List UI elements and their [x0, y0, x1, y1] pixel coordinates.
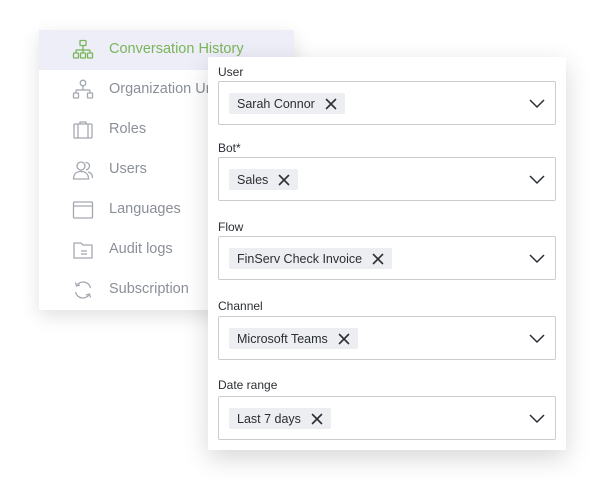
- channel-chip-text: Microsoft Teams: [237, 331, 328, 346]
- bot-label: Bot*: [218, 141, 241, 155]
- channel-chip: Microsoft Teams: [229, 328, 358, 349]
- user-select[interactable]: Sarah Connor: [218, 81, 556, 125]
- chevron-down-icon[interactable]: [529, 97, 545, 109]
- chevron-down-icon[interactable]: [529, 332, 545, 344]
- users-icon: [72, 159, 94, 181]
- remove-flow-close-icon[interactable]: [372, 253, 384, 265]
- flow-label: Flow: [218, 220, 244, 234]
- sidebar-item-label: Languages: [109, 201, 181, 217]
- flow-chip-text: FinServ Check Invoice: [237, 251, 363, 266]
- stage: Conversation History Organization Units: [0, 0, 605, 500]
- remove-channel-close-icon[interactable]: [338, 333, 350, 345]
- channel-label: Channel: [218, 299, 263, 313]
- bot-select[interactable]: Sales: [218, 157, 556, 201]
- bot-chip-text: Sales: [237, 172, 269, 187]
- refresh-icon: [72, 279, 94, 301]
- sidebar-item-label: Conversation History: [109, 41, 244, 57]
- date-range-label: Date range: [218, 378, 278, 392]
- remove-date-range-close-icon[interactable]: [311, 413, 323, 425]
- user-chip-text: Sarah Connor: [237, 96, 315, 111]
- briefcase-icon: [72, 119, 94, 141]
- date-range-chip: Last 7 days: [229, 408, 331, 429]
- sitemap-icon: [72, 39, 94, 61]
- channel-select[interactable]: Microsoft Teams: [218, 316, 556, 360]
- user-chip: Sarah Connor: [229, 93, 345, 114]
- sidebar-item-label: Audit logs: [109, 241, 173, 257]
- sitemap-icon: [72, 79, 94, 101]
- chevron-down-icon[interactable]: [529, 173, 545, 185]
- bot-chip: Sales: [229, 169, 299, 190]
- chevron-down-icon[interactable]: [529, 412, 545, 424]
- date-range-chip-text: Last 7 days: [237, 411, 301, 426]
- folder-icon: [72, 239, 94, 261]
- chevron-down-icon[interactable]: [529, 252, 545, 264]
- user-label: User: [218, 65, 244, 79]
- date-range-select[interactable]: Last 7 days: [218, 396, 556, 440]
- sidebar-item-label: Roles: [109, 121, 147, 137]
- window-icon: [72, 199, 94, 221]
- sidebar-item-label: Users: [109, 161, 147, 177]
- remove-bot-close-icon[interactable]: [278, 174, 290, 186]
- flow-chip: FinServ Check Invoice: [229, 248, 393, 269]
- sidebar-item-label: Subscription: [109, 281, 189, 297]
- remove-user-close-icon[interactable]: [325, 98, 337, 110]
- flow-select[interactable]: FinServ Check Invoice: [218, 236, 556, 280]
- filter-panel: User Sarah Connor Bot* Sales Flow FinSer…: [208, 57, 566, 450]
